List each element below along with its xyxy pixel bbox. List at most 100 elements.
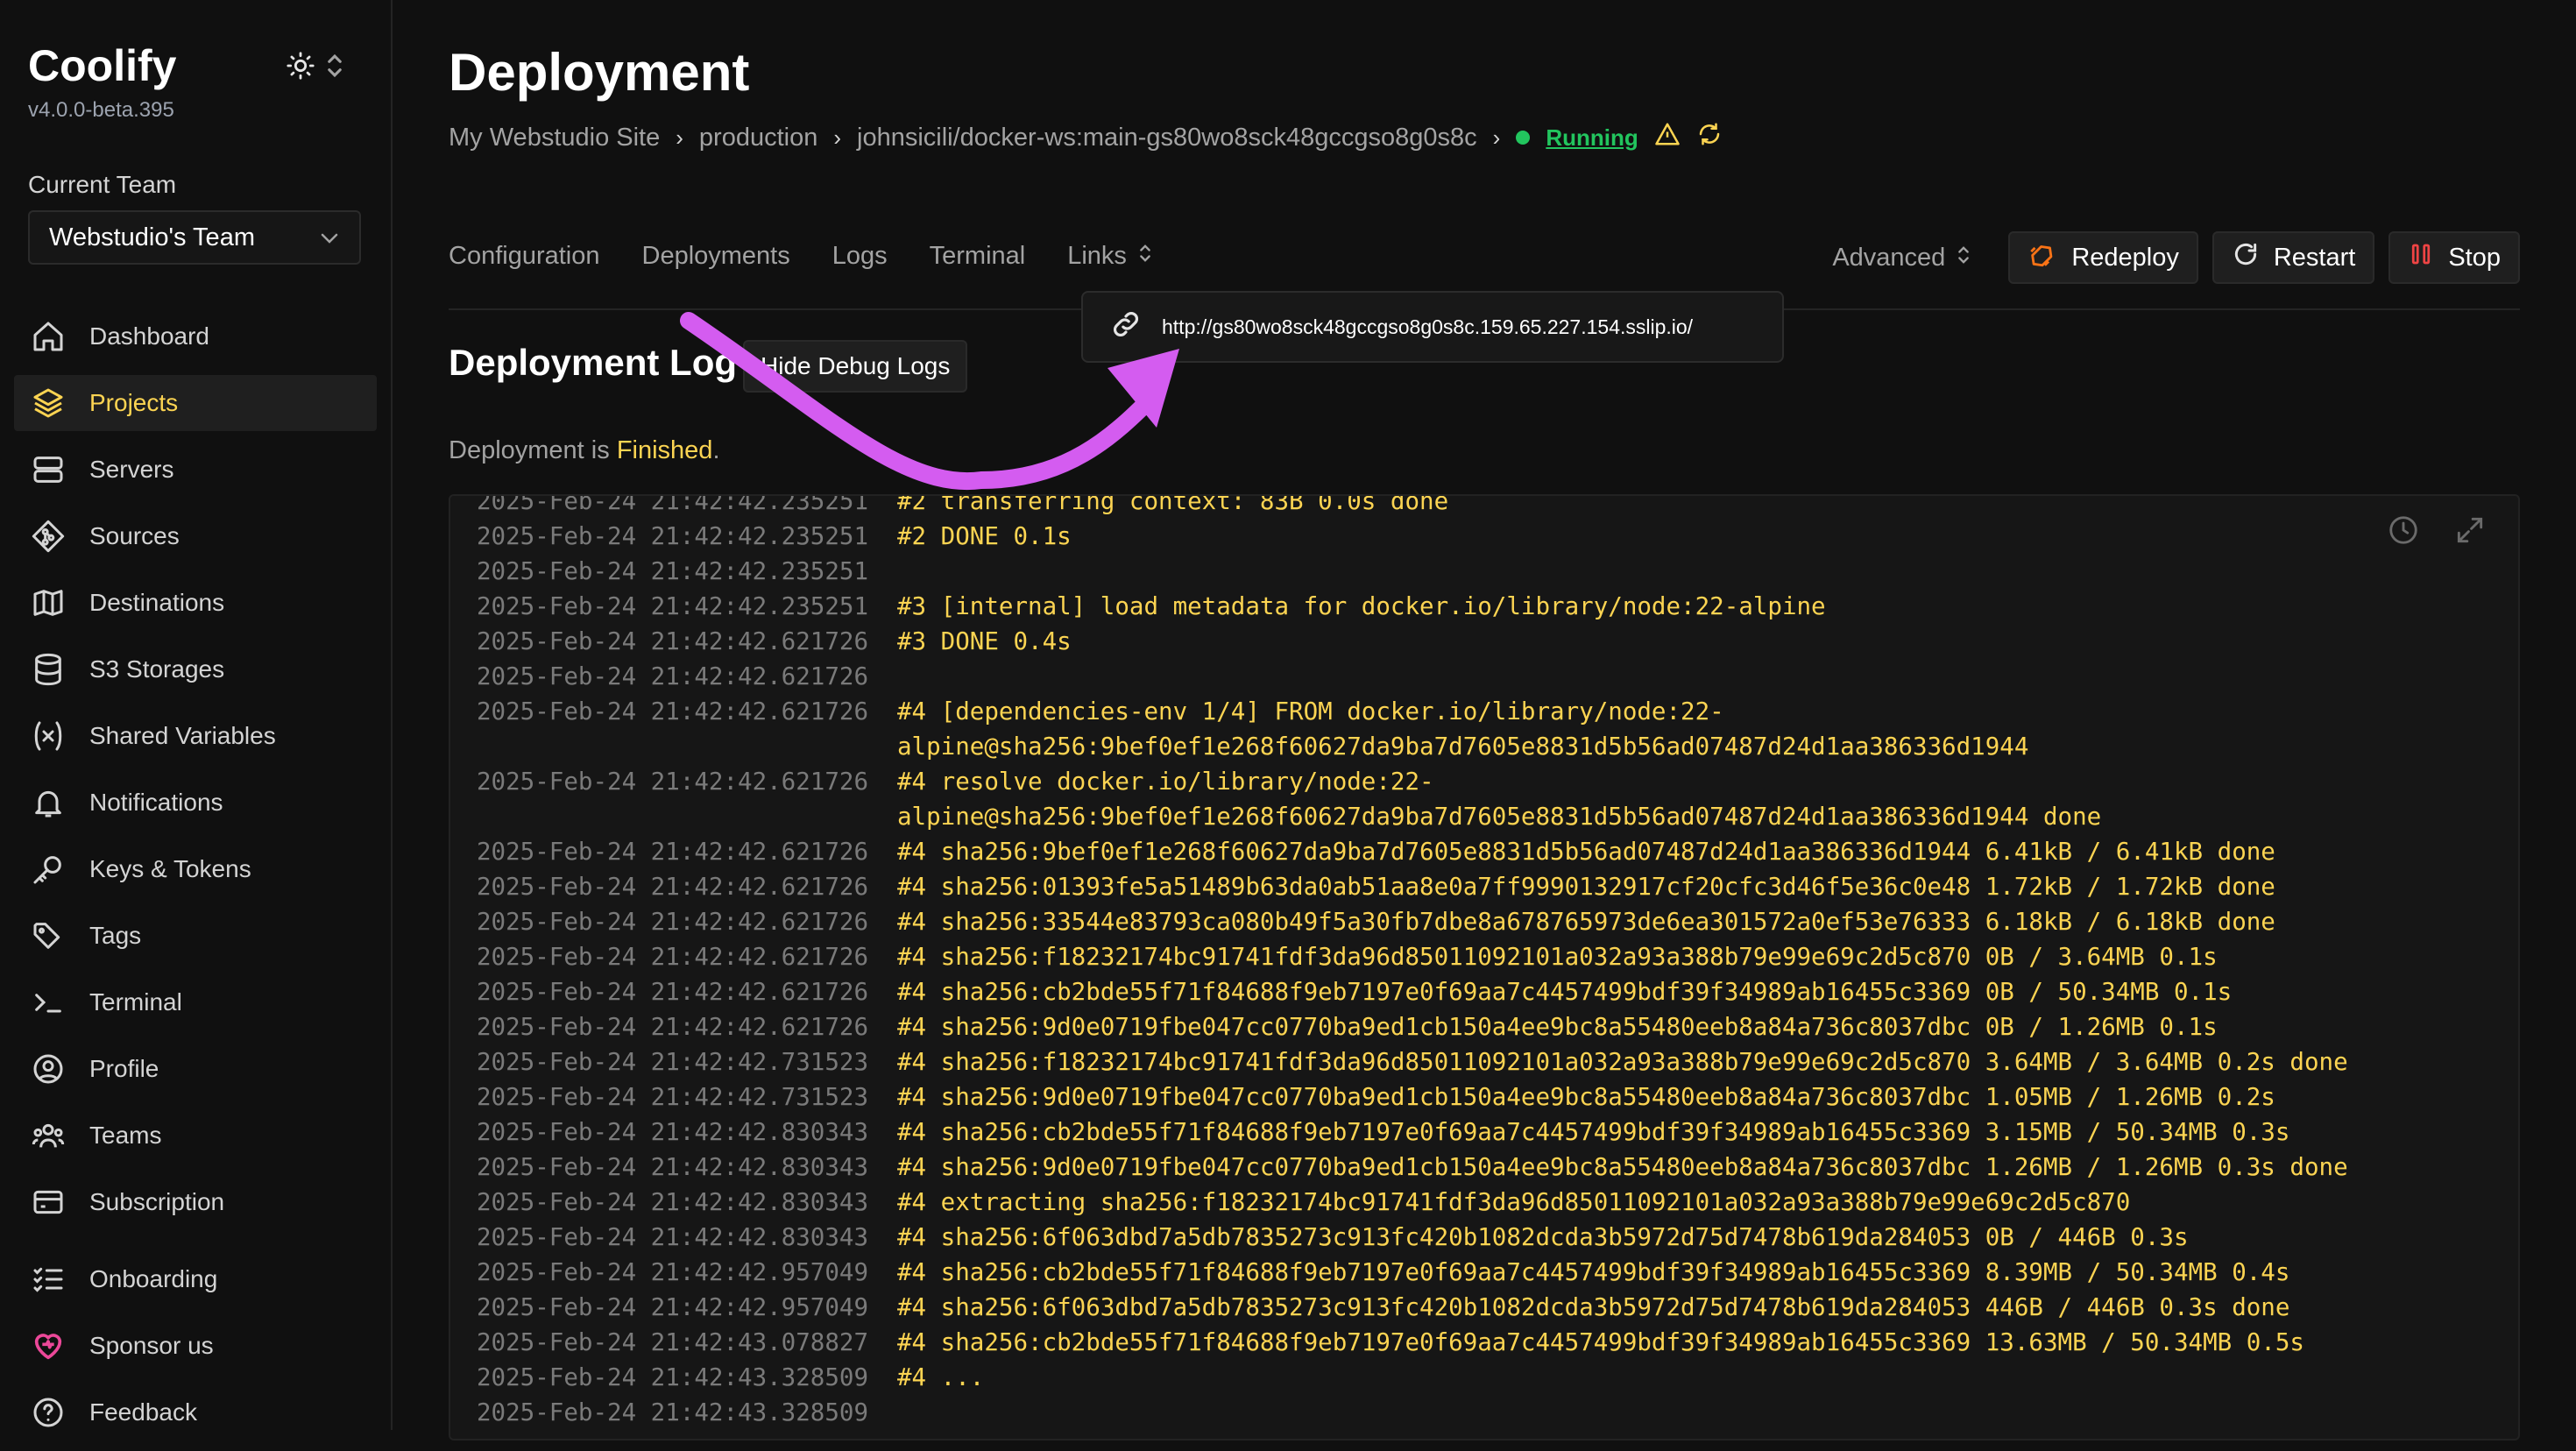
key-icon (30, 851, 67, 888)
link-url[interactable]: http://gs80wo8sck48gccgso8g0s8c.159.65.2… (1162, 315, 1693, 339)
stop-label: Stop (2448, 243, 2501, 272)
sidebar-item-terminal[interactable]: Terminal (14, 974, 377, 1030)
sidebar-item-label: Sponsor us (89, 1332, 214, 1359)
links-dropdown: http://gs80wo8sck48gccgso8g0s8c.159.65.2… (1081, 291, 1784, 363)
variable-icon (30, 718, 67, 754)
log-timestamp: 2025-Feb-24 21:42:42.621726 (477, 768, 869, 796)
log-line: 2025-Feb-24 21:42:42.621726 #4 resolve do… (477, 764, 2431, 799)
advanced-dropdown[interactable]: Advanced (1832, 244, 1970, 273)
sidebar-item-label: Tags (89, 922, 142, 949)
log-timestamp: 2025-Feb-24 21:42:42.235251 (477, 592, 869, 620)
sidebar-item-dashboard[interactable]: Dashboard (14, 308, 377, 365)
chevron-right-icon: › (676, 124, 683, 151)
breadcrumb-environment[interactable]: production (699, 124, 817, 152)
log-timestamp: 2025-Feb-24 21:42:42.235251 (477, 522, 869, 550)
log-line: 2025-Feb-24 21:42:43.328509 #4 ... (477, 1360, 2431, 1395)
log-line: 2025-Feb-24 21:42:42.235251 #3 [internal]… (477, 589, 2431, 624)
log-timestamp: 2025-Feb-24 21:42:42.621726 (477, 1013, 869, 1041)
log-timestamp: 2025-Feb-24 21:42:42.830343 (477, 1223, 869, 1251)
sidebar-item-destinations[interactable]: Destinations (14, 575, 377, 631)
sidebar-item-label: Sources (89, 522, 180, 549)
log-message: #3 DONE 0.4s (897, 627, 1072, 655)
sidebar-item-label: Servers (89, 456, 174, 483)
sidebar-item-sponsor[interactable]: Sponsor us (14, 1318, 377, 1374)
restart-button[interactable]: Restart (2212, 231, 2375, 284)
refresh-icon[interactable] (1696, 121, 1723, 154)
stop-button[interactable]: Stop (2388, 231, 2520, 284)
log-line: alpine@sha256:9bef0ef1e268f60627da9ba7d7… (477, 729, 2431, 764)
redeploy-label: Redeploy (2071, 243, 2179, 272)
sidebar-item-subscription[interactable]: Subscription (14, 1174, 377, 1230)
layers-icon (30, 385, 67, 421)
tab-links-label: Links (1067, 242, 1127, 270)
sidebar-item-keys-tokens[interactable]: Keys & Tokens (14, 841, 377, 897)
chevron-updown-icon (1139, 242, 1151, 271)
sidebar-item-servers[interactable]: Servers (14, 442, 377, 498)
sidebar-item-projects[interactable]: Projects (14, 375, 377, 431)
tab-links[interactable]: Links (1067, 242, 1151, 271)
log-timestamp: 2025-Feb-24 21:42:42.621726 (477, 697, 869, 726)
hide-debug-logs-button[interactable]: Hide Debug Logs (743, 340, 968, 393)
stop-icon (2408, 241, 2434, 274)
sidebar-item-label: Teams (89, 1122, 162, 1149)
warning-icon[interactable] (1654, 121, 1681, 154)
sidebar-item-teams[interactable]: Teams (14, 1108, 377, 1164)
deployment-status-value: Finished (616, 436, 713, 464)
log-line: 2025-Feb-24 21:42:42.621726 #4 [dependenc… (477, 694, 2431, 729)
status-badge[interactable]: Running (1546, 124, 1638, 152)
breadcrumb-resource[interactable]: johnsicili/docker-ws:main-gs80wo8sck48gc… (857, 124, 1477, 152)
fullscreen-icon[interactable] (2453, 513, 2487, 551)
server-icon (30, 451, 67, 488)
log-line: 2025-Feb-24 21:42:42.235251 #2 DONE 0.1s (477, 519, 2431, 554)
sidebar-nav: Dashboard Projects Servers Sources Desti… (14, 308, 377, 1451)
log-message: alpine@sha256:9bef0ef1e268f60627da9ba7d7… (897, 733, 2029, 761)
tab-deployments[interactable]: Deployments (642, 242, 790, 271)
log-message: #2 transferring context: 83B 0.0s done (897, 494, 1449, 515)
tab-terminal[interactable]: Terminal (930, 242, 1026, 271)
sidebar-item-notifications[interactable]: Notifications (14, 775, 377, 831)
clock-icon[interactable] (2387, 513, 2420, 551)
link-icon (1109, 308, 1143, 346)
log-message: #4 sha256:33544e83793ca080b49f5a30fb7dbe… (897, 908, 2275, 936)
log-timestamp: 2025-Feb-24 21:42:42.621726 (477, 873, 869, 901)
log-toolbar (2387, 513, 2487, 551)
sidebar-item-label: Projects (89, 389, 179, 416)
log-message: #4 sha256:cb2bde55f71f84688f9eb7197e0f69… (897, 1258, 2290, 1286)
deployment-status-suffix: . (712, 436, 720, 464)
tab-configuration[interactable]: Configuration (449, 242, 600, 271)
theme-toggle[interactable] (286, 47, 364, 88)
log-line: 2025-Feb-24 21:42:42.621726 #4 sha256:9be… (477, 834, 2431, 869)
log-timestamp: 2025-Feb-24 21:42:42.621726 (477, 908, 869, 936)
log-timestamp: 2025-Feb-24 21:42:42.957049 (477, 1293, 869, 1321)
sidebar-item-s3-storages[interactable]: S3 Storages (14, 641, 377, 697)
sidebar-item-tags[interactable]: Tags (14, 908, 377, 964)
team-select[interactable]: Webstudio's Team (28, 210, 361, 265)
resource-actions: Advanced Redeploy Restart Stop (1832, 231, 2520, 284)
sidebar-item-label: Dashboard (89, 322, 209, 350)
log-viewer[interactable]: 2025-Feb-24 21:42:42.235251 #2 transferri… (449, 494, 2520, 1440)
tab-logs[interactable]: Logs (832, 242, 888, 271)
sidebar-item-shared-variables[interactable]: Shared Variables (14, 708, 377, 764)
sidebar-item-onboarding[interactable]: Onboarding (14, 1251, 377, 1307)
sidebar-item-feedback[interactable]: Feedback (14, 1384, 377, 1440)
deployment-log-title: Deployment Log (449, 342, 738, 383)
chevron-right-icon: › (1492, 124, 1501, 151)
home-icon (30, 318, 67, 355)
sidebar-item-profile[interactable]: Profile (14, 1041, 377, 1097)
log-timestamp: 2025-Feb-24 21:42:43.328509 (477, 1363, 869, 1391)
log-message: #4 [dependencies-env 1/4] FROM docker.io… (897, 697, 1724, 726)
log-timestamp: 2025-Feb-24 21:42:42.830343 (477, 1153, 869, 1181)
log-line: 2025-Feb-24 21:42:42.621726 #3 DONE 0.4s (477, 624, 2431, 659)
log-line: 2025-Feb-24 21:42:42.621726 #4 sha256:335… (477, 904, 2431, 939)
log-line: 2025-Feb-24 21:42:42.731523 #4 sha256:9d0… (477, 1079, 2431, 1115)
breadcrumb-project[interactable]: My Webstudio Site (449, 124, 660, 152)
status-dot (1516, 131, 1531, 145)
sun-icon (286, 51, 315, 85)
sidebar-item-sources[interactable]: Sources (14, 508, 377, 564)
redeploy-button[interactable]: Redeploy (2008, 231, 2198, 284)
log-message: #3 [internal] load metadata for docker.i… (897, 592, 1826, 620)
app-version: v4.0.0-beta.395 (28, 98, 174, 122)
chevron-right-icon: › (833, 124, 842, 151)
log-line: 2025-Feb-24 21:42:42.621726 (477, 659, 2431, 694)
app-logo[interactable]: Coolify (28, 40, 176, 91)
